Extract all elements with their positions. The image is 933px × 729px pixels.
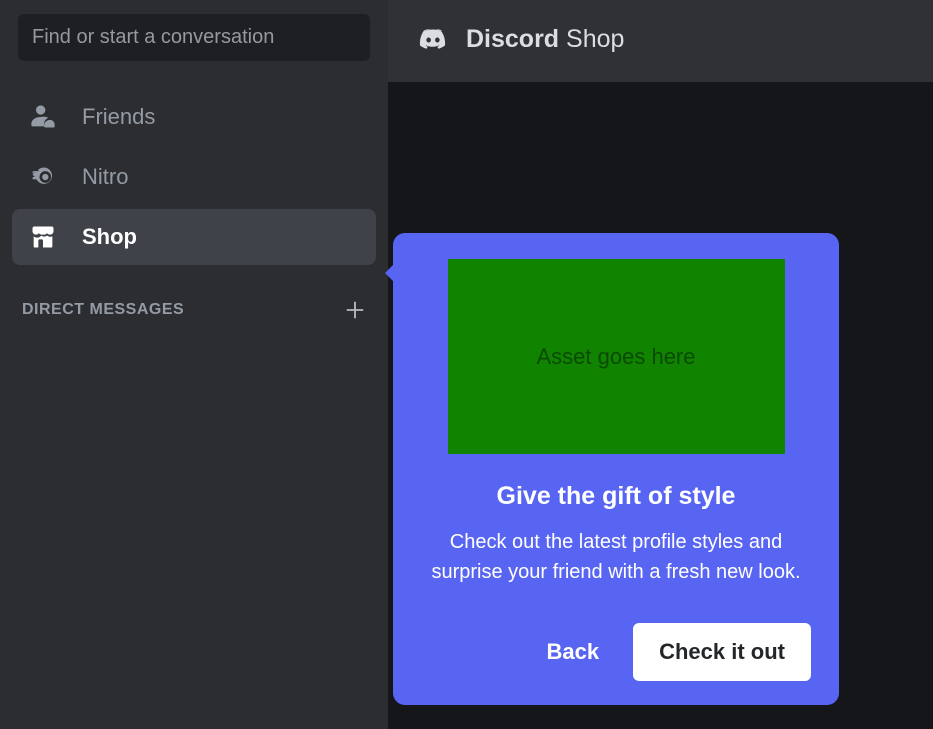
check-it-out-button[interactable]: Check it out — [633, 623, 811, 681]
shop-promo-popover: Asset goes here Give the gift of style C… — [393, 233, 839, 705]
back-button[interactable]: Back — [537, 627, 610, 677]
promo-description: Check out the latest profile styles and … — [417, 527, 815, 587]
nav-label: Shop — [82, 224, 137, 250]
shop-icon — [28, 222, 58, 252]
search-conversation-input[interactable]: Find or start a conversation — [18, 14, 370, 61]
discord-logo-icon — [414, 20, 452, 58]
nav-list: Friends Nitro Shop — [0, 79, 388, 269]
promo-title: Give the gift of style — [417, 482, 815, 511]
nav-item-friends[interactable]: Friends — [12, 89, 376, 145]
nav-item-shop[interactable]: Shop — [12, 209, 376, 265]
nitro-icon — [28, 162, 58, 192]
promo-actions: Back Check it out — [417, 623, 815, 681]
dm-section-header: DIRECT MESSAGES — [0, 281, 388, 325]
friends-icon — [28, 102, 58, 132]
add-dm-icon[interactable] — [344, 299, 366, 321]
nav-label: Friends — [82, 104, 155, 130]
promo-asset-placeholder: Asset goes here — [448, 259, 785, 454]
main-header: Discord Shop — [388, 0, 933, 82]
page-title: Discord Shop — [466, 25, 624, 54]
nav-item-nitro[interactable]: Nitro — [12, 149, 376, 205]
dm-section-title: DIRECT MESSAGES — [22, 301, 184, 319]
nav-label: Nitro — [82, 164, 128, 190]
sidebar: Find or start a conversation Friends — [0, 0, 388, 729]
